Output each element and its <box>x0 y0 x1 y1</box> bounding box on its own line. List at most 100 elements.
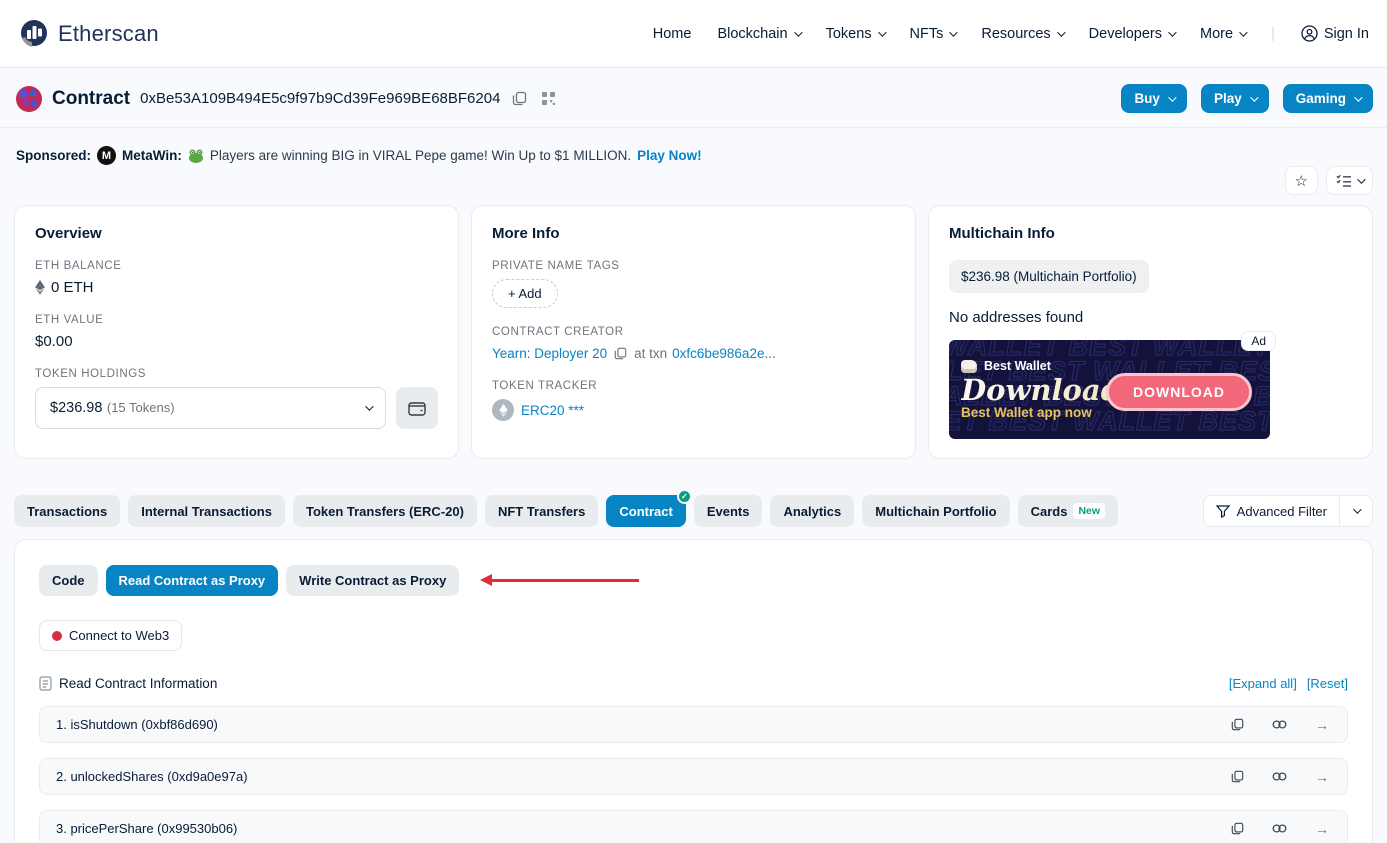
subtab-read-contract-as-proxy[interactable]: Read Contract as Proxy <box>106 565 279 596</box>
summary-cards: Overview ETH BALANCE 0 ETH ETH VALUE $0.… <box>0 205 1387 459</box>
permalink-icon[interactable] <box>1270 821 1289 836</box>
token-holdings-label: TOKEN HOLDINGS <box>35 368 438 380</box>
copy-icon[interactable] <box>1229 820 1246 837</box>
token-holdings-dropdown[interactable]: $236.98 (15 Tokens) <box>35 387 386 429</box>
nav-item-home[interactable]: Home <box>653 26 692 42</box>
overview-title: Overview <box>35 225 438 242</box>
pepe-frog-icon <box>188 149 204 163</box>
creator-link[interactable]: Yearn: Deployer 20 <box>492 346 607 361</box>
tab-nft-transfers[interactable]: NFT Transfers <box>485 495 598 527</box>
document-icon <box>39 676 52 691</box>
sponsored-label: Sponsored: <box>16 148 91 163</box>
add-name-tag-button[interactable]: + Add <box>492 279 558 308</box>
nav-item-more[interactable]: More <box>1200 26 1245 42</box>
multichain-title: Multichain Info <box>949 225 1352 242</box>
advanced-filter-button[interactable]: Advanced Filter <box>1204 496 1340 526</box>
wallet-icon <box>408 400 426 416</box>
chevron-down-icon <box>1354 93 1362 101</box>
multichain-portfolio-badge[interactable]: $236.98 (Multichain Portfolio) <box>949 260 1149 293</box>
ad-download-button[interactable]: DOWNLOAD <box>1106 373 1252 411</box>
tab-cards[interactable]: CardsNew <box>1018 495 1118 527</box>
ad-brand-name: Best Wallet <box>984 359 1051 373</box>
verified-check-icon <box>677 489 692 504</box>
connect-to-web3-button[interactable]: Connect to Web3 <box>39 620 182 651</box>
wallet-button[interactable] <box>396 387 438 429</box>
token-tracker-label: TOKEN TRACKER <box>492 380 895 392</box>
chevron-down-icon <box>1250 93 1258 101</box>
eth-value: $0.00 <box>35 333 73 350</box>
expand-all-link[interactable]: [Expand all] <box>1229 676 1297 691</box>
token-holdings-value: $236.98 <box>50 400 102 416</box>
function-row-pricePerShare[interactable]: 3. pricePerShare (0x99530b06) <box>39 810 1348 843</box>
tab-contract[interactable]: Contract <box>606 495 685 527</box>
watchlist-options-button[interactable] <box>1326 166 1373 195</box>
contract-creator-label: CONTRACT CREATOR <box>492 326 895 338</box>
token-logo-icon <box>492 399 514 421</box>
tab-multichain-portfolio[interactable]: Multichain Portfolio <box>862 495 1009 527</box>
chevron-down-icon <box>1168 28 1176 36</box>
private-name-tags-label: PRIVATE NAME TAGS <box>492 260 895 272</box>
etherscan-contract-page: Etherscan Home Blockchain Tokens NFTs Re… <box>0 0 1387 843</box>
play-now-link[interactable]: Play Now! <box>637 148 702 163</box>
creation-txn-link[interactable]: 0xfc6be986a2e... <box>672 346 776 361</box>
eth-value-label: ETH VALUE <box>35 314 438 326</box>
copy-icon[interactable] <box>1229 768 1246 785</box>
sign-in-button[interactable]: Sign In <box>1301 25 1369 42</box>
chevron-down-icon <box>950 28 958 36</box>
nav-item-resources[interactable]: Resources <box>981 26 1062 42</box>
eth-balance-label: ETH BALANCE <box>35 260 438 272</box>
etherscan-logo[interactable]: Etherscan <box>18 18 159 50</box>
copy-address-icon[interactable] <box>510 89 529 108</box>
page-title: Contract <box>52 88 130 110</box>
chevron-down-icon <box>1168 93 1176 101</box>
permalink-icon[interactable] <box>1270 717 1289 732</box>
chevron-down-icon <box>794 28 802 36</box>
copy-icon[interactable] <box>1229 716 1246 733</box>
buy-button[interactable]: Buy <box>1121 84 1187 113</box>
function-row-unlockedShares[interactable]: 2. unlockedShares (0xd9a0e97a) <box>39 758 1348 795</box>
chevron-down-icon <box>878 28 886 36</box>
no-addresses-text: No addresses found <box>949 309 1352 326</box>
chevron-down-icon <box>365 402 373 410</box>
advanced-filter: Advanced Filter <box>1203 495 1373 527</box>
tab-events[interactable]: Events <box>694 495 763 527</box>
favorite-button[interactable] <box>1285 166 1318 195</box>
gaming-button[interactable]: Gaming <box>1283 84 1373 113</box>
read-contract-info-title: Read Contract Information <box>59 676 217 691</box>
tab-internal-transactions[interactable]: Internal Transactions <box>128 495 285 527</box>
permalink-icon[interactable] <box>1270 769 1289 784</box>
best-wallet-ad[interactable]: WALLET BEST WALLET BEST WALLET BEST WALL… <box>949 340 1270 439</box>
nav-item-nfts[interactable]: NFTs <box>910 26 956 42</box>
checklist-icon <box>1336 174 1352 187</box>
function-row-isShutdown[interactable]: 1. isShutdown (0xbf86d690) <box>39 706 1348 743</box>
reset-link[interactable]: [Reset] <box>1307 676 1348 691</box>
funnel-icon <box>1216 505 1230 518</box>
run-query-arrow-icon[interactable] <box>1313 767 1331 787</box>
nav-item-blockchain[interactable]: Blockchain <box>717 26 799 42</box>
nav-item-developers[interactable]: Developers <box>1089 26 1174 42</box>
tab-token-transfers[interactable]: Token Transfers (ERC-20) <box>293 495 477 527</box>
token-tracker-link[interactable]: ERC20 *** <box>521 403 584 418</box>
sponsor-brand[interactable]: MetaWin: <box>122 148 182 163</box>
nav-item-tokens[interactable]: Tokens <box>826 26 884 42</box>
copy-creator-icon[interactable] <box>612 345 629 362</box>
qr-code-icon[interactable] <box>539 89 558 108</box>
overview-card: Overview ETH BALANCE 0 ETH ETH VALUE $0.… <box>14 205 459 459</box>
advanced-filter-dropdown[interactable] <box>1340 496 1372 526</box>
run-query-arrow-icon[interactable] <box>1313 715 1331 735</box>
play-button[interactable]: Play <box>1201 84 1269 113</box>
run-query-arrow-icon[interactable] <box>1313 819 1331 839</box>
subtab-write-contract-as-proxy[interactable]: Write Contract as Proxy <box>286 565 459 596</box>
tab-transactions[interactable]: Transactions <box>14 495 120 527</box>
more-info-card: More Info PRIVATE NAME TAGS + Add CONTRA… <box>471 205 916 459</box>
contract-header: Contract 0xBe53A109B494E5c9f97b9Cd39Fe96… <box>0 68 1387 127</box>
disconnected-status-icon <box>52 631 62 641</box>
tab-analytics[interactable]: Analytics <box>770 495 854 527</box>
sponsored-text: Players are winning BIG in VIRAL Pepe ga… <box>210 148 631 163</box>
annotation-arrow <box>491 579 639 582</box>
chevron-down-icon <box>1239 28 1247 36</box>
creator-at-label: at txn <box>634 346 667 361</box>
subtab-code[interactable]: Code <box>39 565 98 596</box>
more-info-title: More Info <box>492 225 895 242</box>
eth-icon <box>35 280 45 295</box>
